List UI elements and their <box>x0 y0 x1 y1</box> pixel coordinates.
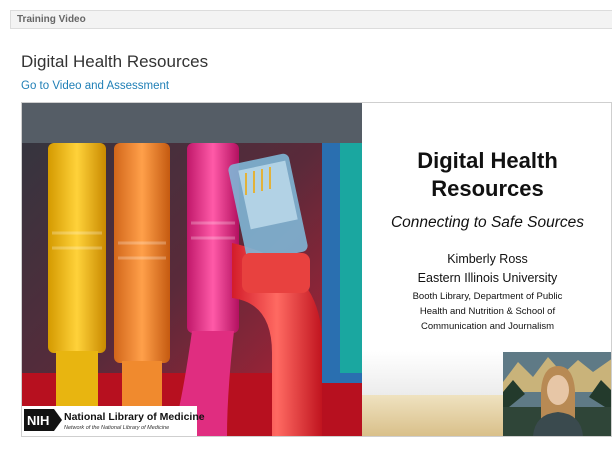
department-line3: Communication and Journalism <box>420 321 555 332</box>
video-assessment-link[interactable]: Go to Video and Assessment <box>21 80 169 92</box>
presenter-webcam <box>503 352 611 436</box>
section-header-label: Training Video <box>17 14 86 25</box>
slide-title-line1: Digital Health <box>417 148 558 173</box>
presenter-university: Eastern Illinois University <box>417 271 558 285</box>
slide-subtitle: Connecting to Safe Sources <box>390 214 584 231</box>
nlm-name: National Library of Medicine <box>64 411 205 423</box>
nih-logo-mark: NIH <box>24 409 62 431</box>
slide-title: Digital Health Resources <box>362 147 611 203</box>
department-line2: Health and Nutrition & School of <box>419 306 556 317</box>
ethernet-cables-image <box>22 103 362 436</box>
slide-title-line2: Resources <box>431 176 544 201</box>
page-title: Digital Health Resources <box>21 52 209 71</box>
nlm-logo: NIH National Library of Medicine Network… <box>22 406 205 436</box>
presenter-department: Booth Library, Department of Public Heal… <box>382 289 593 334</box>
department-line1: Booth Library, Department of Public <box>412 291 563 302</box>
presenter-name: Kimberly Ross <box>447 252 528 266</box>
section-header: Training Video <box>10 10 612 29</box>
svg-text:NIH: NIH <box>27 413 49 428</box>
video-player[interactable]: NIH National Library of Medicine Network… <box>21 102 612 437</box>
nlm-tagline: Network of the National Library of Medic… <box>64 425 170 431</box>
